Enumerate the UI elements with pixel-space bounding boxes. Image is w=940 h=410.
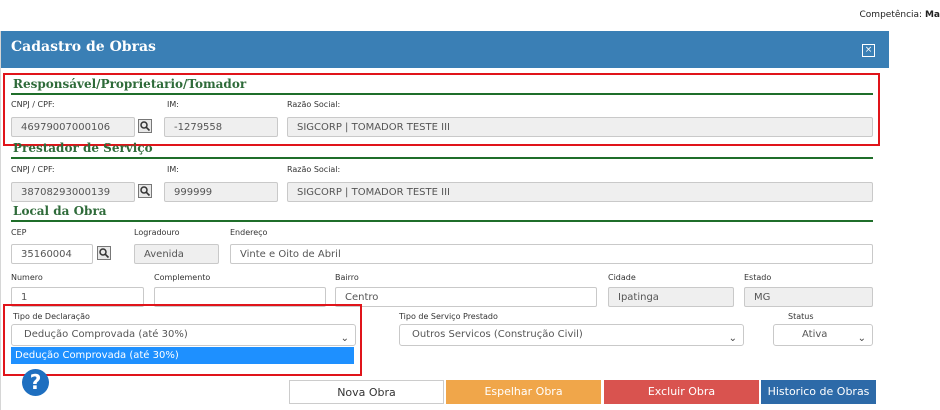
- section-divider: [11, 157, 873, 159]
- close-icon[interactable]: ×: [862, 44, 875, 57]
- estado-field[interactable]: MG: [744, 287, 873, 307]
- section-title-prestador: Prestador de Serviço: [13, 141, 153, 155]
- endereco-label: Endereço: [230, 228, 268, 237]
- section-title-local: Local da Obra: [13, 204, 107, 218]
- status-select[interactable]: Ativa ⌄: [773, 324, 873, 346]
- prestador-im-field[interactable]: 999999: [164, 182, 278, 202]
- cep-field[interactable]: 35160004: [11, 244, 93, 264]
- chevron-down-icon: ⌄: [857, 333, 866, 344]
- highlight-box-responsavel: [3, 73, 880, 146]
- help-icon[interactable]: ?: [22, 369, 49, 396]
- search-icon[interactable]: [97, 246, 111, 260]
- cidade-field[interactable]: Ipatinga: [608, 287, 734, 307]
- cadastro-obras-modal: Cadastro de Obras × Responsável/Propriet…: [0, 31, 889, 410]
- historico-obras-button[interactable]: Historico de Obras: [761, 380, 876, 404]
- logradouro-label: Logradouro: [134, 228, 180, 237]
- search-icon[interactable]: [138, 184, 152, 198]
- competencia-info: Competência: Ma: [860, 10, 940, 20]
- cnpj-label: CNPJ / CPF:: [11, 165, 55, 174]
- status-label: Status: [788, 312, 814, 321]
- estado-label: Estado: [744, 273, 772, 282]
- prestador-razao-field[interactable]: SIGCORP | TOMADOR TESTE III: [287, 182, 873, 202]
- cidade-label: Cidade: [608, 273, 636, 282]
- modal-header: Cadastro de Obras ×: [1, 31, 889, 68]
- prestador-cnpj-field[interactable]: 38708293000139: [11, 182, 135, 202]
- highlight-box-declaracao: [3, 304, 362, 376]
- complemento-label: Complemento: [154, 273, 211, 282]
- tipo-servico-label: Tipo de Serviço Prestado: [399, 312, 498, 321]
- competencia-label: Competência:: [859, 10, 923, 20]
- bairro-field[interactable]: Centro: [335, 287, 597, 307]
- status-value: Ativa: [802, 329, 828, 340]
- competencia-value: Ma: [924, 10, 940, 20]
- endereco-field[interactable]: Vinte e Oito de Abril: [230, 244, 873, 264]
- bairro-label: Bairro: [335, 273, 359, 282]
- excluir-obra-button[interactable]: Excluir Obra: [604, 380, 759, 404]
- espelhar-obra-button[interactable]: Espelhar Obra: [446, 380, 601, 404]
- section-divider: [11, 220, 873, 222]
- chevron-down-icon: ⌄: [728, 333, 737, 344]
- im-label: IM:: [167, 165, 179, 174]
- logradouro-field[interactable]: Avenida: [134, 244, 219, 264]
- cep-label: CEP: [11, 228, 27, 237]
- tipo-servico-value: Outros Servicos (Construção Civil): [412, 329, 583, 340]
- numero-label: Numero: [11, 273, 43, 282]
- razao-label: Razão Social:: [287, 165, 341, 174]
- modal-title: Cadastro de Obras: [11, 39, 156, 55]
- tipo-servico-select[interactable]: Outros Servicos (Construção Civil) ⌄: [399, 324, 744, 346]
- nova-obra-button[interactable]: Nova Obra: [289, 380, 444, 404]
